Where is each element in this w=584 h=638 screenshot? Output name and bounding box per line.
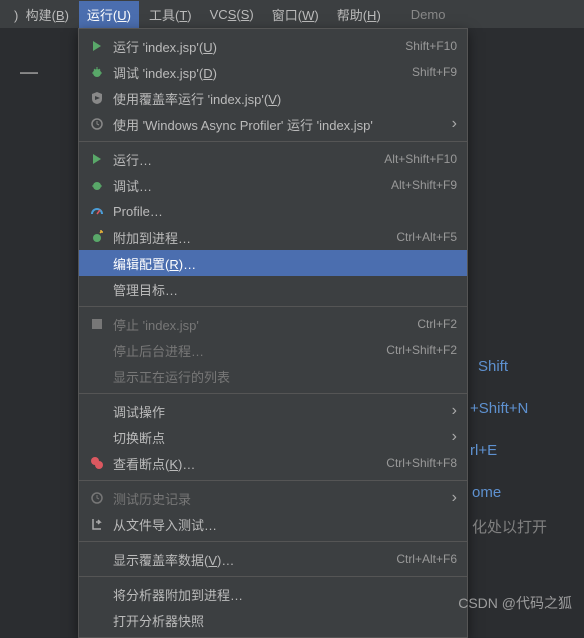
menu-view-breakpoints[interactable]: 查看断点(K)… Ctrl+Shift+F8	[79, 450, 467, 476]
run-menu-dropdown: 运行 'index.jsp'(U) Shift+F10 调试 'index.js…	[78, 28, 468, 638]
app-title: Demo	[403, 3, 454, 26]
bg-hint-ome: ome	[472, 484, 501, 501]
menu-test-history: 测试历史记录	[79, 485, 467, 511]
menu-help[interactable]: 帮助(H)	[329, 1, 389, 28]
breakpoints-icon	[87, 455, 107, 471]
bg-hint-open: 化处以打开	[472, 516, 547, 537]
menu-manage-targets[interactable]: 管理目标…	[79, 276, 467, 302]
menu-build[interactable]: ) 构建(B)	[6, 1, 77, 28]
blank-icon	[87, 342, 107, 358]
shield-play-icon	[87, 90, 107, 106]
menu-debug-actions[interactable]: 调试操作	[79, 398, 467, 424]
clock-play-icon	[87, 116, 107, 132]
menu-vcs[interactable]: VCS(S)	[202, 3, 262, 26]
menu-open-snapshot[interactable]: 打开分析器快照	[79, 607, 467, 633]
separator	[79, 480, 467, 481]
menu-debug-generic[interactable]: 调试… Alt+Shift+F9	[79, 172, 467, 198]
bg-hint-shiftn: +Shift+N	[470, 400, 528, 417]
menu-show-coverage-data[interactable]: 显示覆盖率数据(V)… Ctrl+Alt+F6	[79, 546, 467, 572]
menu-run-generic[interactable]: 运行… Alt+Shift+F10	[79, 146, 467, 172]
menu-import-tests[interactable]: 从文件导入测试…	[79, 511, 467, 537]
import-icon	[87, 516, 107, 532]
separator	[79, 393, 467, 394]
bg-hint-shift: Shift	[478, 358, 508, 375]
menu-attach-profiler[interactable]: 将分析器附加到进程…	[79, 581, 467, 607]
attach-bug-icon	[87, 229, 107, 245]
menu-edit-configurations[interactable]: 编辑配置(R)…	[79, 250, 467, 276]
history-icon	[87, 490, 107, 506]
separator	[79, 541, 467, 542]
menu-run-coverage[interactable]: 使用覆盖率运行 'index.jsp'(V)	[79, 85, 467, 111]
menu-run-profiler[interactable]: 使用 'Windows Async Profiler' 运行 'index.js…	[79, 111, 467, 137]
menu-toggle-breakpoint[interactable]: 切换断点	[79, 424, 467, 450]
menu-run-indexjsp[interactable]: 运行 'index.jsp'(U) Shift+F10	[79, 33, 467, 59]
blank-icon	[87, 612, 107, 628]
stop-icon	[87, 316, 107, 332]
separator	[79, 306, 467, 307]
menu-debug-indexjsp[interactable]: 调试 'index.jsp'(D) Shift+F9	[79, 59, 467, 85]
bug-icon	[87, 64, 107, 80]
bg-hint-ctrle: rl+E	[470, 442, 497, 459]
play-icon	[87, 151, 107, 167]
blank-icon	[87, 255, 107, 271]
menu-profile[interactable]: Profile…	[79, 198, 467, 224]
blank-icon	[87, 281, 107, 297]
menu-stop-background: 停止后台进程… Ctrl+Shift+F2	[79, 337, 467, 363]
separator	[79, 141, 467, 142]
separator	[79, 576, 467, 577]
watermark: CSDN @代码之狐	[458, 593, 572, 613]
bug-icon	[87, 177, 107, 193]
blank-icon	[87, 551, 107, 567]
play-icon	[87, 38, 107, 54]
menu-show-running: 显示正在运行的列表	[79, 363, 467, 389]
menu-tools[interactable]: 工具(T)	[141, 1, 200, 28]
blank-icon	[87, 403, 107, 419]
menu-run[interactable]: 运行(U)	[79, 1, 139, 28]
menu-stop: 停止 'index.jsp' Ctrl+F2	[79, 311, 467, 337]
blank-icon	[87, 368, 107, 384]
blank-icon	[87, 586, 107, 602]
menu-attach-process[interactable]: 附加到进程… Ctrl+Alt+F5	[79, 224, 467, 250]
top-menubar: ) 构建(B) 运行(U) 工具(T) VCS(S) 窗口(W) 帮助(H) D…	[0, 0, 584, 28]
menu-window[interactable]: 窗口(W)	[264, 1, 327, 28]
blank-icon	[87, 429, 107, 445]
sidebar-collapse-icon[interactable]: —	[20, 62, 38, 83]
gauge-icon	[87, 203, 107, 219]
